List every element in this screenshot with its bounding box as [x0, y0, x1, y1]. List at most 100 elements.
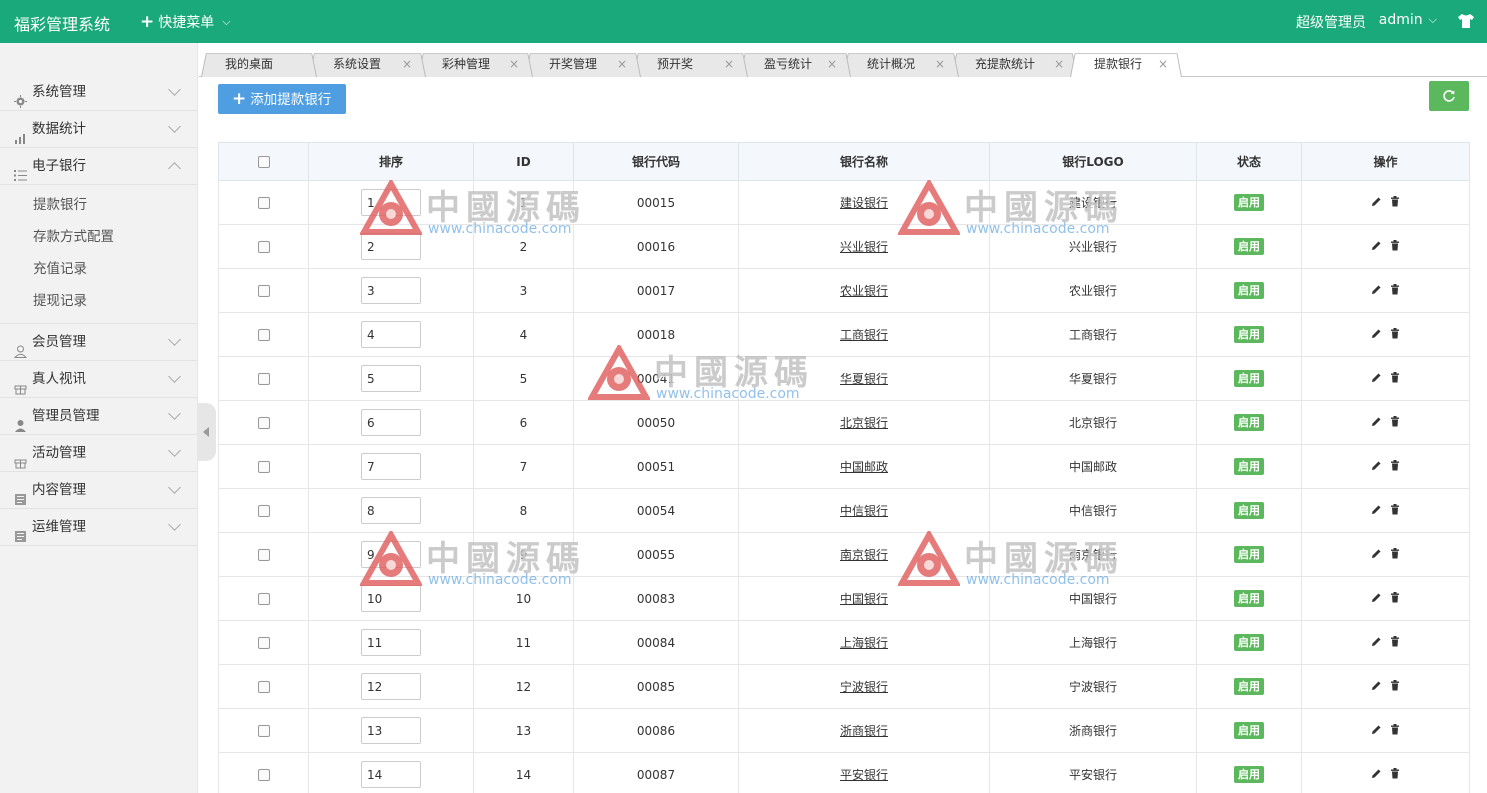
edit-pencil-icon[interactable]	[1371, 768, 1382, 782]
edit-pencil-icon[interactable]	[1371, 196, 1382, 210]
row-checkbox[interactable]	[257, 285, 270, 297]
delete-trash-icon[interactable]	[1390, 767, 1400, 782]
sidebar-item[interactable]: 数据统计	[0, 111, 197, 148]
sort-input[interactable]	[361, 629, 421, 656]
delete-trash-icon[interactable]	[1390, 679, 1400, 694]
bank-name-link[interactable]: 平安银行	[840, 768, 888, 782]
bank-name-link[interactable]: 宁波银行	[840, 680, 888, 694]
tab-close-icon[interactable]: ×	[827, 51, 837, 77]
tab-close-icon[interactable]: ×	[509, 51, 519, 77]
row-checkbox[interactable]	[257, 417, 270, 429]
status-badge[interactable]: 启用	[1234, 590, 1264, 607]
add-withdraw-bank-button[interactable]: + 添加提款银行	[218, 84, 346, 114]
row-checkbox[interactable]	[257, 329, 270, 341]
tab[interactable]: 预开奖 ×	[633, 51, 748, 77]
sidebar-item[interactable]: 活动管理	[0, 435, 197, 472]
sidebar-subitem[interactable]: 提款银行	[0, 189, 197, 221]
sort-input[interactable]	[361, 189, 421, 216]
quick-menu-button[interactable]: + 快捷菜单 ⌵	[140, 12, 231, 32]
status-badge[interactable]: 启用	[1234, 194, 1264, 211]
skin-shirt-icon[interactable]	[1457, 13, 1475, 29]
delete-trash-icon[interactable]	[1390, 723, 1400, 738]
tab-close-icon[interactable]: ×	[724, 51, 734, 77]
bank-name-link[interactable]: 兴业银行	[840, 240, 888, 254]
sort-input[interactable]	[361, 409, 421, 436]
delete-trash-icon[interactable]	[1390, 459, 1400, 474]
status-badge[interactable]: 启用	[1234, 370, 1264, 387]
edit-pencil-icon[interactable]	[1371, 284, 1382, 298]
edit-pencil-icon[interactable]	[1371, 460, 1382, 474]
edit-pencil-icon[interactable]	[1371, 724, 1382, 738]
sidebar-item[interactable]: 真人视讯	[0, 361, 197, 398]
status-badge[interactable]: 启用	[1234, 502, 1264, 519]
tab-close-icon[interactable]: ×	[1054, 51, 1064, 77]
delete-trash-icon[interactable]	[1390, 195, 1400, 210]
sidebar-subitem[interactable]: 存款方式配置	[0, 221, 197, 253]
status-badge[interactable]: 启用	[1234, 634, 1264, 651]
edit-pencil-icon[interactable]	[1371, 548, 1382, 562]
edit-pencil-icon[interactable]	[1371, 680, 1382, 694]
row-checkbox[interactable]	[257, 681, 270, 693]
sort-input[interactable]	[361, 541, 421, 568]
bank-name-link[interactable]: 中信银行	[840, 504, 888, 518]
delete-trash-icon[interactable]	[1390, 591, 1400, 606]
sort-input[interactable]	[361, 365, 421, 392]
row-checkbox[interactable]	[257, 769, 270, 781]
refresh-button[interactable]	[1429, 81, 1469, 111]
bank-name-link[interactable]: 中国邮政	[840, 460, 888, 474]
edit-pencil-icon[interactable]	[1371, 240, 1382, 254]
edit-pencil-icon[interactable]	[1371, 504, 1382, 518]
bank-name-link[interactable]: 上海银行	[840, 636, 888, 650]
tab[interactable]: 我的桌面	[201, 51, 317, 77]
user-menu[interactable]: admin ⌵	[1379, 12, 1437, 28]
sort-input[interactable]	[361, 673, 421, 700]
bank-name-link[interactable]: 工商银行	[840, 328, 888, 342]
bank-name-link[interactable]: 南京银行	[840, 548, 888, 562]
sort-input[interactable]	[361, 585, 421, 612]
sidebar-item[interactable]: 运维管理	[0, 509, 197, 546]
sort-input[interactable]	[361, 321, 421, 348]
tab[interactable]: 充提款统计 ×	[951, 51, 1078, 77]
delete-trash-icon[interactable]	[1390, 239, 1400, 254]
row-checkbox[interactable]	[257, 505, 270, 517]
tab-close-icon[interactable]: ×	[1158, 51, 1168, 77]
bank-name-link[interactable]: 农业银行	[840, 284, 888, 298]
row-checkbox[interactable]	[257, 373, 270, 385]
tab[interactable]: 开奖管理 ×	[525, 51, 641, 77]
delete-trash-icon[interactable]	[1390, 283, 1400, 298]
edit-pencil-icon[interactable]	[1371, 328, 1382, 342]
tab-close-icon[interactable]: ×	[617, 51, 627, 77]
tab[interactable]: 系统设置 ×	[309, 51, 426, 77]
edit-pencil-icon[interactable]	[1371, 592, 1382, 606]
status-badge[interactable]: 启用	[1234, 458, 1264, 475]
status-badge[interactable]: 启用	[1234, 766, 1264, 783]
row-checkbox[interactable]	[257, 725, 270, 737]
edit-pencil-icon[interactable]	[1371, 636, 1382, 650]
sidebar-collapse-handle[interactable]	[198, 403, 216, 461]
status-badge[interactable]: 启用	[1234, 414, 1264, 431]
bank-name-link[interactable]: 建设银行	[840, 196, 888, 210]
bank-name-link[interactable]: 中国银行	[840, 592, 888, 606]
sort-input[interactable]	[361, 453, 421, 480]
tab[interactable]: 提款银行 ×	[1070, 51, 1182, 77]
select-all-checkbox[interactable]	[257, 156, 270, 168]
delete-trash-icon[interactable]	[1390, 503, 1400, 518]
delete-trash-icon[interactable]	[1390, 547, 1400, 562]
row-checkbox[interactable]	[257, 461, 270, 473]
row-checkbox[interactable]	[257, 637, 270, 649]
sidebar-item[interactable]: 管理员管理	[0, 398, 197, 435]
sort-input[interactable]	[361, 277, 421, 304]
edit-pencil-icon[interactable]	[1371, 416, 1382, 430]
row-checkbox[interactable]	[257, 197, 270, 209]
bank-name-link[interactable]: 浙商银行	[840, 724, 888, 738]
edit-pencil-icon[interactable]	[1371, 372, 1382, 386]
row-checkbox[interactable]	[257, 241, 270, 253]
status-badge[interactable]: 启用	[1234, 678, 1264, 695]
row-checkbox[interactable]	[257, 549, 270, 561]
tab[interactable]: 彩种管理 ×	[418, 51, 533, 77]
status-badge[interactable]: 启用	[1234, 546, 1264, 563]
tab[interactable]: 盈亏统计 ×	[740, 51, 851, 77]
tab-close-icon[interactable]: ×	[402, 51, 412, 77]
sidebar-item[interactable]: 电子银行	[0, 148, 197, 185]
delete-trash-icon[interactable]	[1390, 415, 1400, 430]
